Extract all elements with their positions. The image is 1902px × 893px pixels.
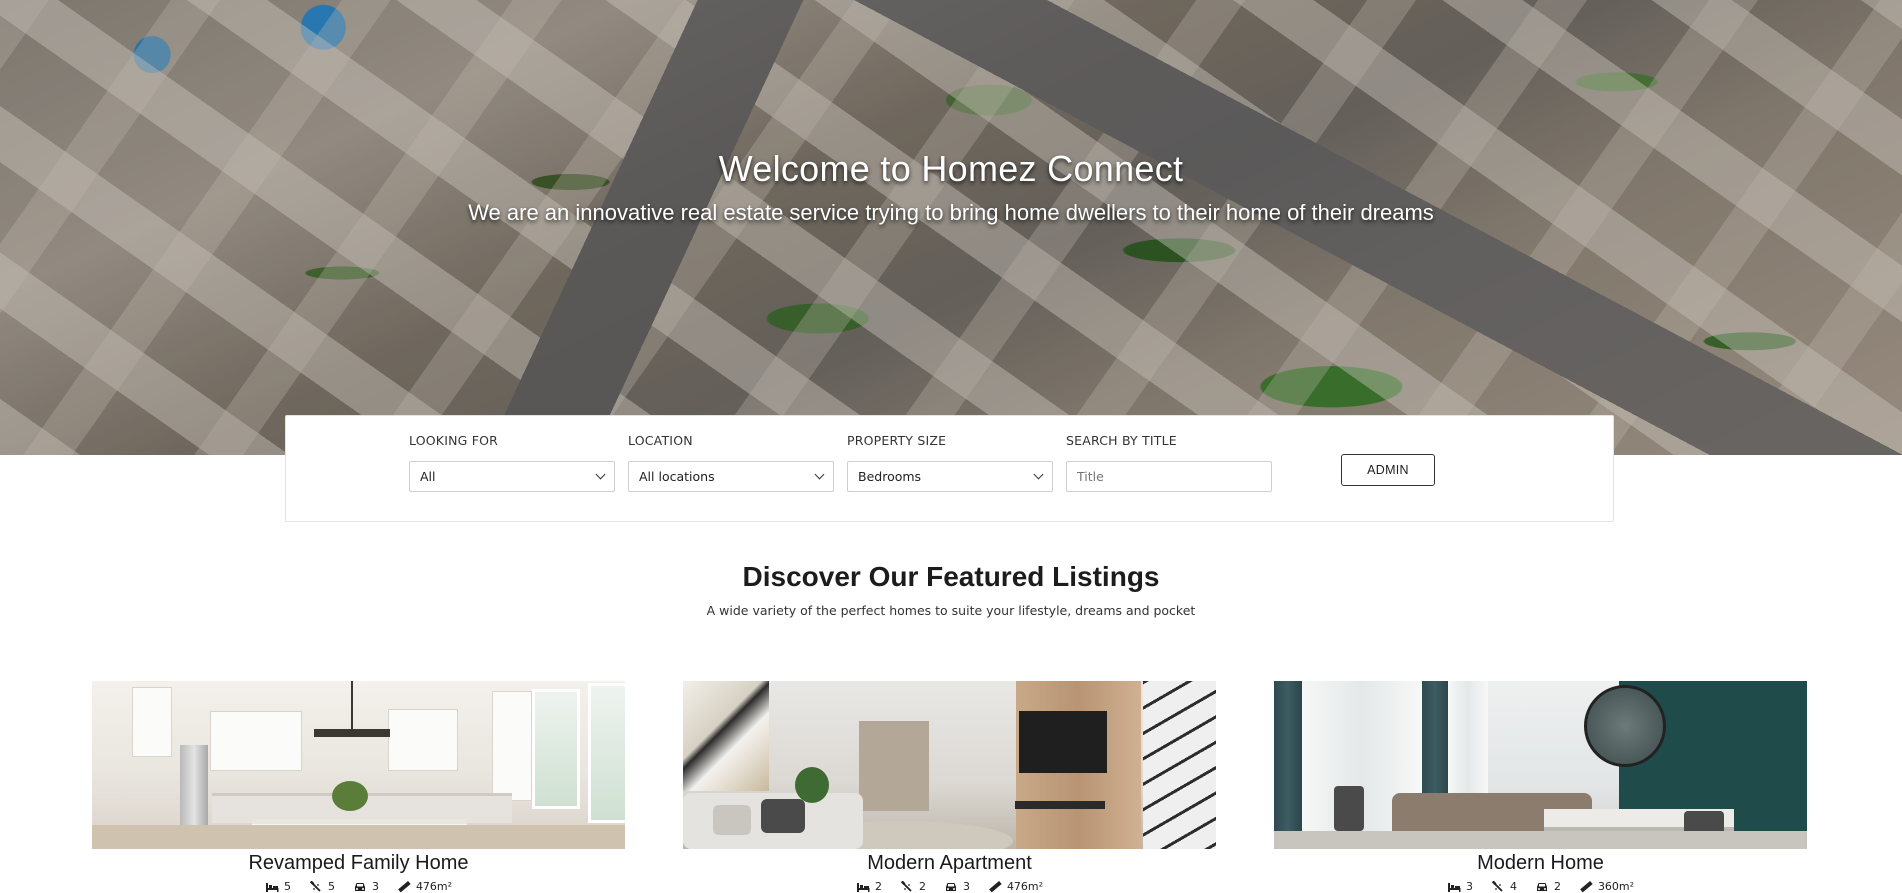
listing-card[interactable]: Modern Home 3 4 2 360m² (1274, 681, 1807, 893)
property-size-value: Bedrooms (858, 469, 922, 484)
hero-banner: Welcome to Homez Connect We are an innov… (0, 0, 1902, 455)
featured-subtitle: A wide variety of the perfect homes to s… (706, 603, 1196, 618)
location-label: LOCATION (628, 433, 693, 448)
listing-meta: 3 4 2 360m² (1274, 880, 1807, 893)
looking-for-value: All (420, 469, 436, 484)
title-search-label: SEARCH BY TITLE (1066, 433, 1177, 448)
title-search-input[interactable] (1066, 461, 1272, 492)
area: 360m² (1579, 880, 1634, 893)
area: 476m² (397, 880, 452, 893)
property-size-label: PROPERTY SIZE (847, 433, 947, 448)
listing-title[interactable]: Modern Home (1274, 852, 1807, 875)
location-field: LOCATION All locations (628, 433, 834, 492)
bedrooms: 2 (856, 880, 882, 893)
garages: 3 (353, 880, 379, 893)
listing-meta: 5 5 3 476m² (92, 880, 625, 893)
listing-title[interactable]: Modern Apartment (683, 852, 1216, 875)
hero-subtitle: We are an innovative real estate service… (468, 200, 1434, 225)
property-size-select[interactable]: Bedrooms (847, 461, 1053, 492)
featured-title: Discover Our Featured Listings (742, 561, 1160, 592)
chevron-down-icon (1033, 469, 1044, 480)
listing-title[interactable]: Revamped Family Home (92, 852, 625, 875)
title-search-field: SEARCH BY TITLE (1066, 433, 1272, 492)
garages: 3 (944, 880, 970, 893)
lounge-photo[interactable] (1274, 681, 1807, 849)
looking-for-field: LOOKING FOR All (409, 433, 615, 492)
bedrooms: 5 (265, 880, 291, 893)
kitchen-photo[interactable] (92, 681, 625, 849)
listing-card[interactable]: Revamped Family Home 5 5 3 476m² (92, 681, 625, 893)
chevron-down-icon (595, 469, 606, 480)
looking-for-label: LOOKING FOR (409, 433, 499, 448)
bedrooms: 3 (1447, 880, 1473, 893)
location-select[interactable]: All locations (628, 461, 834, 492)
property-size-field: PROPERTY SIZE Bedrooms (847, 433, 1053, 492)
bathrooms: 4 (1491, 880, 1517, 893)
hero-title: Welcome to Homez Connect (718, 148, 1184, 189)
listing-card[interactable]: Modern Apartment 2 2 3 476m² (683, 681, 1216, 893)
garages: 2 (1535, 880, 1561, 893)
area: 476m² (988, 880, 1043, 893)
location-value: All locations (639, 469, 715, 484)
hero-text: Welcome to Homez Connect We are an innov… (0, 148, 1902, 226)
search-panel: LOOKING FOR All LOCATION All locations P… (285, 415, 1614, 522)
listing-meta: 2 2 3 476m² (683, 880, 1216, 893)
admin-button[interactable]: ADMIN (1341, 454, 1435, 486)
bathrooms: 2 (900, 880, 926, 893)
bathrooms: 5 (309, 880, 335, 893)
chevron-down-icon (814, 469, 825, 480)
looking-for-select[interactable]: All (409, 461, 615, 492)
living-room-photo[interactable] (683, 681, 1216, 849)
